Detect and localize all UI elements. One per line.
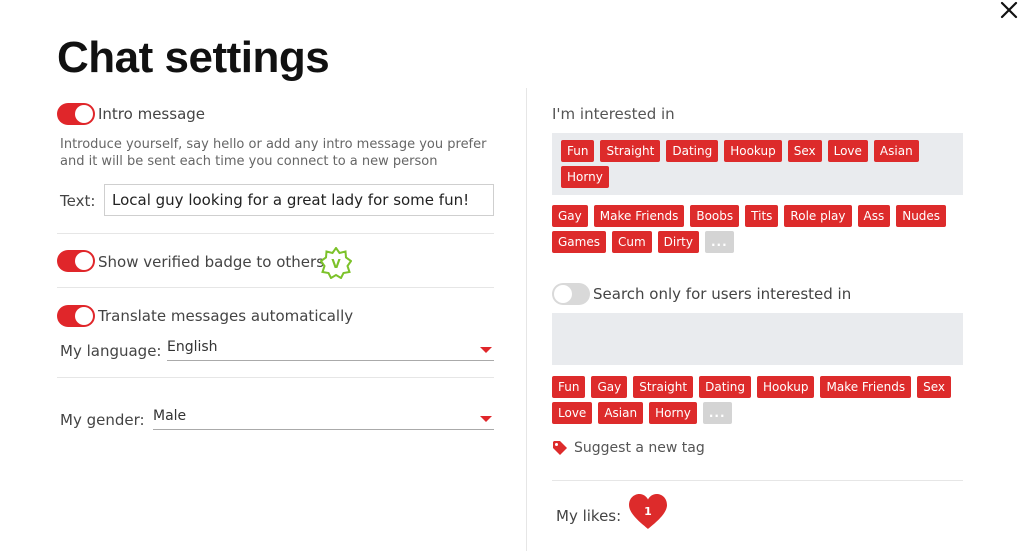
tag-chip[interactable]: Make Friends — [593, 205, 685, 227]
divider — [57, 287, 494, 288]
toggle-knob — [75, 252, 93, 270]
verified-badge-label: Show verified badge to others — [98, 253, 325, 271]
intro-message-label: Intro message — [98, 105, 206, 123]
translate-label: Translate messages automatically — [98, 307, 354, 325]
tag-chip[interactable]: Gay — [591, 376, 628, 398]
tag-chip[interactable]: Fun — [552, 376, 586, 398]
verified-badge-toggle[interactable] — [57, 250, 95, 272]
toggle-knob — [75, 105, 93, 123]
tag-chip[interactable]: Games — [552, 231, 606, 253]
toggle-knob — [75, 307, 93, 325]
tag-chip[interactable]: Dating — [699, 376, 751, 398]
intro-text-input[interactable]: Local guy looking for a great lady for s… — [104, 184, 494, 216]
likes-heart[interactable]: 1 — [627, 493, 669, 531]
divider — [552, 480, 963, 481]
tag-chip[interactable]: Love — [827, 140, 868, 162]
tag-chip[interactable]: Sex — [917, 376, 951, 398]
likes-count: 1 — [644, 505, 652, 518]
tag-chip[interactable]: Boobs — [690, 205, 740, 227]
intro-description-line1: Introduce yourself, say hello or add any… — [60, 137, 487, 152]
verified-badge-icon: V — [319, 246, 353, 280]
tag-icon — [553, 441, 567, 455]
gender-select[interactable]: Male — [153, 406, 494, 430]
intro-description-line2: and it will be sent each time you connec… — [60, 154, 438, 169]
gender-value: Male — [153, 408, 187, 424]
tag-chip[interactable]: Love — [552, 402, 593, 424]
search-only-selected-box[interactable] — [552, 313, 963, 365]
tag-chip[interactable]: Hookup — [724, 140, 782, 162]
more-tags-button[interactable]: ... — [702, 402, 732, 424]
close-icon[interactable] — [997, 0, 1021, 22]
page-title: Chat settings — [57, 33, 330, 82]
tag-chip[interactable]: Straight — [600, 140, 661, 162]
tag-chip[interactable]: Make Friends — [820, 376, 912, 398]
text-label: Text: — [60, 192, 96, 210]
language-label: My language: — [60, 342, 162, 360]
tag-chip[interactable]: Dating — [666, 140, 719, 162]
gender-label: My gender: — [60, 411, 145, 429]
tag-chip[interactable]: Hookup — [756, 376, 815, 398]
tag-chip[interactable]: Asian — [598, 402, 644, 424]
divider — [57, 377, 494, 378]
interested-suggested-tags: Gay Make Friends Boobs Tits Role play Ass Nude… — [552, 205, 963, 253]
translate-toggle[interactable] — [57, 305, 95, 327]
tag-chip[interactable]: Straight — [633, 376, 694, 398]
tag-chip[interactable]: Gay — [552, 205, 588, 227]
toggle-knob — [554, 285, 572, 303]
column-divider — [526, 88, 527, 551]
tag-chip[interactable]: Tits — [745, 205, 779, 227]
interested-label: I'm interested in — [552, 105, 675, 123]
tag-chip[interactable]: Ass — [857, 205, 891, 227]
suggest-tag-link[interactable]: Suggest a new tag — [552, 440, 705, 456]
tag-chip[interactable]: Cum — [611, 231, 652, 253]
tag-chip[interactable]: Asian — [873, 140, 919, 162]
language-value: English — [167, 339, 218, 355]
search-only-label: Search only for users interested in — [593, 285, 852, 303]
tag-chip[interactable]: Role play — [784, 205, 852, 227]
search-only-toggle[interactable] — [552, 283, 590, 305]
tag-chip[interactable]: Horny — [561, 166, 609, 188]
language-select[interactable]: English — [167, 337, 494, 361]
heart-icon: 1 — [629, 494, 667, 529]
tag-chip[interactable]: Dirty — [657, 231, 699, 253]
divider — [57, 233, 494, 234]
tag-chip[interactable]: Horny — [649, 402, 697, 424]
more-tags-button[interactable]: ... — [705, 231, 734, 253]
verified-badge-letter: V — [331, 257, 341, 271]
close-button[interactable] — [997, 0, 1021, 22]
tag-chip[interactable]: Nudes — [896, 205, 947, 227]
interested-selected-tags: Fun Straight Dating Hookup Sex Love Asian Horny — [561, 140, 956, 188]
caret-down-icon — [480, 347, 492, 353]
likes-label: My likes: — [556, 507, 622, 525]
suggest-tag-label: Suggest a new tag — [574, 440, 705, 456]
tag-chip[interactable]: Sex — [787, 140, 822, 162]
caret-down-icon — [480, 416, 492, 422]
search-only-suggested-tags: Fun Gay Straight Dating Hookup Make Friends Se… — [552, 376, 963, 424]
intro-message-toggle[interactable] — [57, 103, 95, 125]
tag-chip[interactable]: Fun — [561, 140, 595, 162]
